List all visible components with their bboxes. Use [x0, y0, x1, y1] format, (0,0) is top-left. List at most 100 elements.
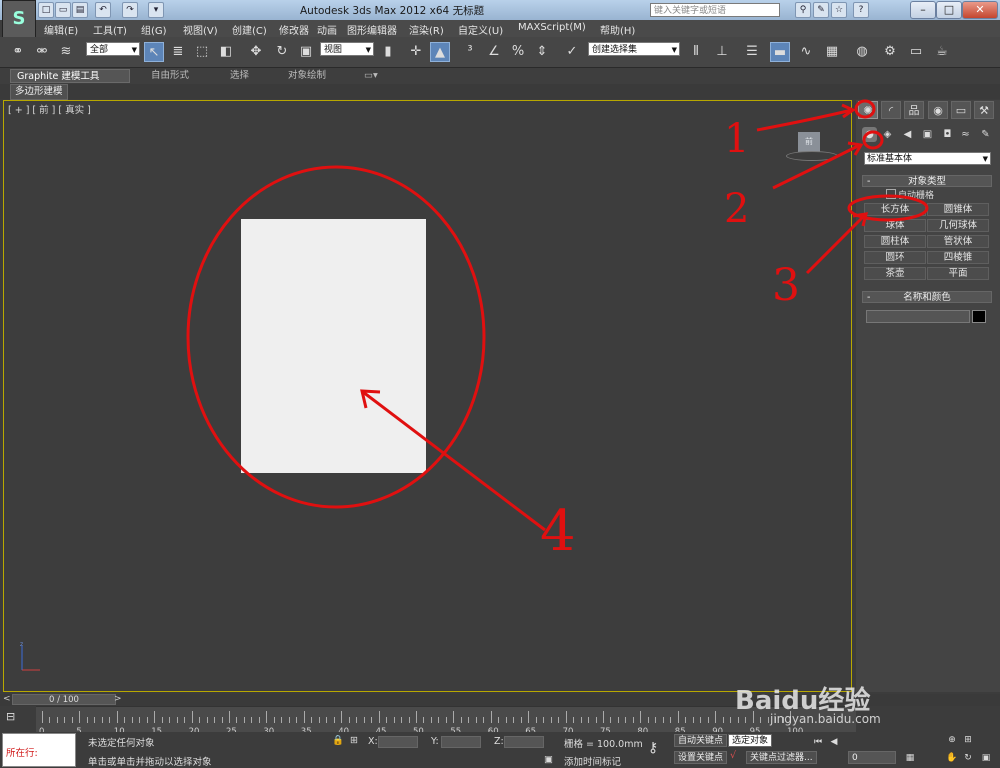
- viewcube[interactable]: 前: [798, 132, 820, 152]
- cylinder-button[interactable]: 圆柱体: [864, 235, 926, 248]
- z-coordinate-field[interactable]: [504, 736, 544, 748]
- rotate-icon[interactable]: ↻: [272, 42, 292, 62]
- cameras-icon[interactable]: ▣: [920, 127, 935, 142]
- select-by-name-icon[interactable]: ≣: [168, 42, 188, 62]
- viewcube-ring[interactable]: [786, 151, 838, 161]
- space-warps-icon[interactable]: ≈: [958, 127, 973, 142]
- pyramid-button[interactable]: 四棱锥: [927, 251, 989, 264]
- search-input[interactable]: 键入关键字或短语: [650, 3, 780, 17]
- help-icon[interactable]: ?: [853, 2, 869, 18]
- box-button[interactable]: 长方体: [864, 203, 926, 216]
- time-tag-icon[interactable]: ▣: [544, 754, 553, 765]
- edit-named-selection-icon[interactable]: ✓: [562, 42, 582, 62]
- menu-customize[interactable]: 自定义(U): [458, 22, 503, 37]
- curve-editor-icon[interactable]: ∿: [796, 42, 816, 62]
- menu-create[interactable]: 创建(C): [232, 22, 267, 37]
- keyboard-shortcut-override-icon[interactable]: ▲: [430, 42, 450, 62]
- zoom-icon[interactable]: ⊕: [946, 734, 958, 746]
- sphere-button[interactable]: 球体: [864, 219, 926, 232]
- maximize-viewport-icon[interactable]: ▣: [980, 752, 992, 764]
- menu-rendering[interactable]: 渲染(R): [409, 22, 444, 37]
- save-file-icon[interactable]: ▤: [72, 2, 88, 18]
- menu-maxscript[interactable]: MAXScript(M): [518, 22, 586, 33]
- key-icon[interactable]: ⚷: [648, 740, 658, 756]
- tab-freeform[interactable]: 自由形式: [145, 69, 195, 83]
- torus-button[interactable]: 圆环: [864, 251, 926, 264]
- ribbon-options-icon[interactable]: ▭▾: [358, 69, 384, 83]
- geometry-icon[interactable]: ●: [862, 127, 877, 142]
- menu-tools[interactable]: 工具(T): [93, 22, 127, 37]
- key-filters-button[interactable]: 关键点过滤器...: [746, 751, 817, 764]
- box-object[interactable]: [241, 219, 426, 473]
- selected-object-dropdown[interactable]: 选定对象: [728, 734, 773, 747]
- star-icon[interactable]: ☆: [831, 2, 847, 18]
- object-name-field[interactable]: [866, 310, 970, 323]
- time-slider-thumb[interactable]: 0 / 100: [12, 694, 116, 705]
- time-prev-icon[interactable]: <: [3, 694, 11, 704]
- rectangular-region-icon[interactable]: ⬚: [192, 42, 212, 62]
- display-panel-tab[interactable]: ▭: [951, 101, 971, 119]
- menu-modifiers[interactable]: 修改器: [279, 22, 309, 37]
- menu-group[interactable]: 组(G): [141, 22, 167, 37]
- time-config-icon[interactable]: ▦: [904, 752, 916, 764]
- geosphere-button[interactable]: 几何球体: [927, 219, 989, 232]
- object-color-swatch[interactable]: [972, 310, 986, 323]
- undo-icon[interactable]: ↶: [95, 2, 111, 18]
- scale-icon[interactable]: ▣: [296, 42, 316, 62]
- mirror-icon[interactable]: ⫴: [686, 42, 706, 62]
- add-time-tag[interactable]: 添加时间标记: [564, 754, 621, 768]
- maximize-button[interactable]: □: [936, 1, 962, 19]
- lights-icon[interactable]: ◀: [900, 127, 915, 142]
- menu-animation[interactable]: 动画: [317, 22, 337, 37]
- modify-panel-tab[interactable]: ◜: [881, 101, 901, 119]
- pivot-center-icon[interactable]: ▮: [378, 42, 398, 62]
- utilities-panel-tab[interactable]: ⚒: [974, 101, 994, 119]
- select-manipulate-icon[interactable]: ✛: [406, 42, 426, 62]
- binoculars-icon[interactable]: ⚲: [795, 2, 811, 18]
- percent-snap-icon[interactable]: %: [508, 42, 528, 62]
- helpers-icon[interactable]: ◘: [940, 127, 955, 142]
- layer-manager-icon[interactable]: ☰: [742, 42, 762, 62]
- time-next-icon[interactable]: >: [114, 694, 122, 704]
- create-panel-tab[interactable]: ✺: [858, 101, 878, 119]
- orbit-icon[interactable]: ↻: [962, 752, 974, 764]
- render-production-icon[interactable]: ☕: [932, 42, 952, 62]
- render-setup-icon[interactable]: ⚙: [880, 42, 900, 62]
- cone-button[interactable]: 圆锥体: [927, 203, 989, 216]
- object-type-rollout[interactable]: - 对象类型: [862, 175, 992, 187]
- new-file-icon[interactable]: □: [38, 2, 54, 18]
- absolute-mode-icon[interactable]: ⊞: [350, 735, 358, 746]
- hierarchy-panel-tab[interactable]: 品: [904, 101, 924, 119]
- tab-polygon-modeling[interactable]: 多边形建模: [10, 84, 68, 100]
- menu-graph-editors[interactable]: 图形编辑器: [347, 22, 397, 37]
- auto-key-button[interactable]: 自动关键点: [674, 734, 728, 747]
- tools-icon[interactable]: ✎: [813, 2, 829, 18]
- goto-start-icon[interactable]: ⏮: [812, 736, 824, 748]
- graphite-toggle-icon[interactable]: ▬: [770, 42, 790, 62]
- schematic-view-icon[interactable]: ▦: [822, 42, 842, 62]
- tube-button[interactable]: 管状体: [927, 235, 989, 248]
- zoom-all-icon[interactable]: ⊞: [962, 734, 974, 746]
- viewport-label[interactable]: [ + ] [ 前 ] [ 真实 ]: [8, 102, 91, 116]
- unlink-icon[interactable]: ⚮: [32, 42, 52, 62]
- shapes-icon[interactable]: ◈: [880, 127, 895, 142]
- teapot-button[interactable]: 茶壶: [864, 267, 926, 280]
- motion-panel-tab[interactable]: ◉: [928, 101, 948, 119]
- name-color-rollout[interactable]: - 名称和颜色: [862, 291, 992, 303]
- tab-graphite[interactable]: Graphite 建模工具: [10, 69, 130, 83]
- spinner-snap-icon[interactable]: ⇕: [532, 42, 552, 62]
- material-editor-icon[interactable]: ◍: [852, 42, 872, 62]
- pan-icon[interactable]: ✋: [946, 752, 958, 764]
- close-button[interactable]: ✕: [962, 1, 998, 19]
- systems-icon[interactable]: ✎: [978, 127, 993, 142]
- select-object-icon[interactable]: ↖: [144, 42, 164, 62]
- track-bar[interactable]: 0510152025303540455055606570758085909510…: [36, 706, 856, 737]
- menu-edit[interactable]: 编辑(E): [44, 22, 78, 37]
- x-coordinate-field[interactable]: [378, 736, 418, 748]
- category-dropdown[interactable]: 标准基本体: [864, 152, 991, 165]
- front-viewport[interactable]: [3, 100, 852, 692]
- set-key-button[interactable]: 设置关键点: [674, 751, 728, 764]
- quick-access-dropdown-icon[interactable]: ▾: [148, 2, 164, 18]
- rendered-frame-icon[interactable]: ▭: [906, 42, 926, 62]
- move-icon[interactable]: ✥: [246, 42, 266, 62]
